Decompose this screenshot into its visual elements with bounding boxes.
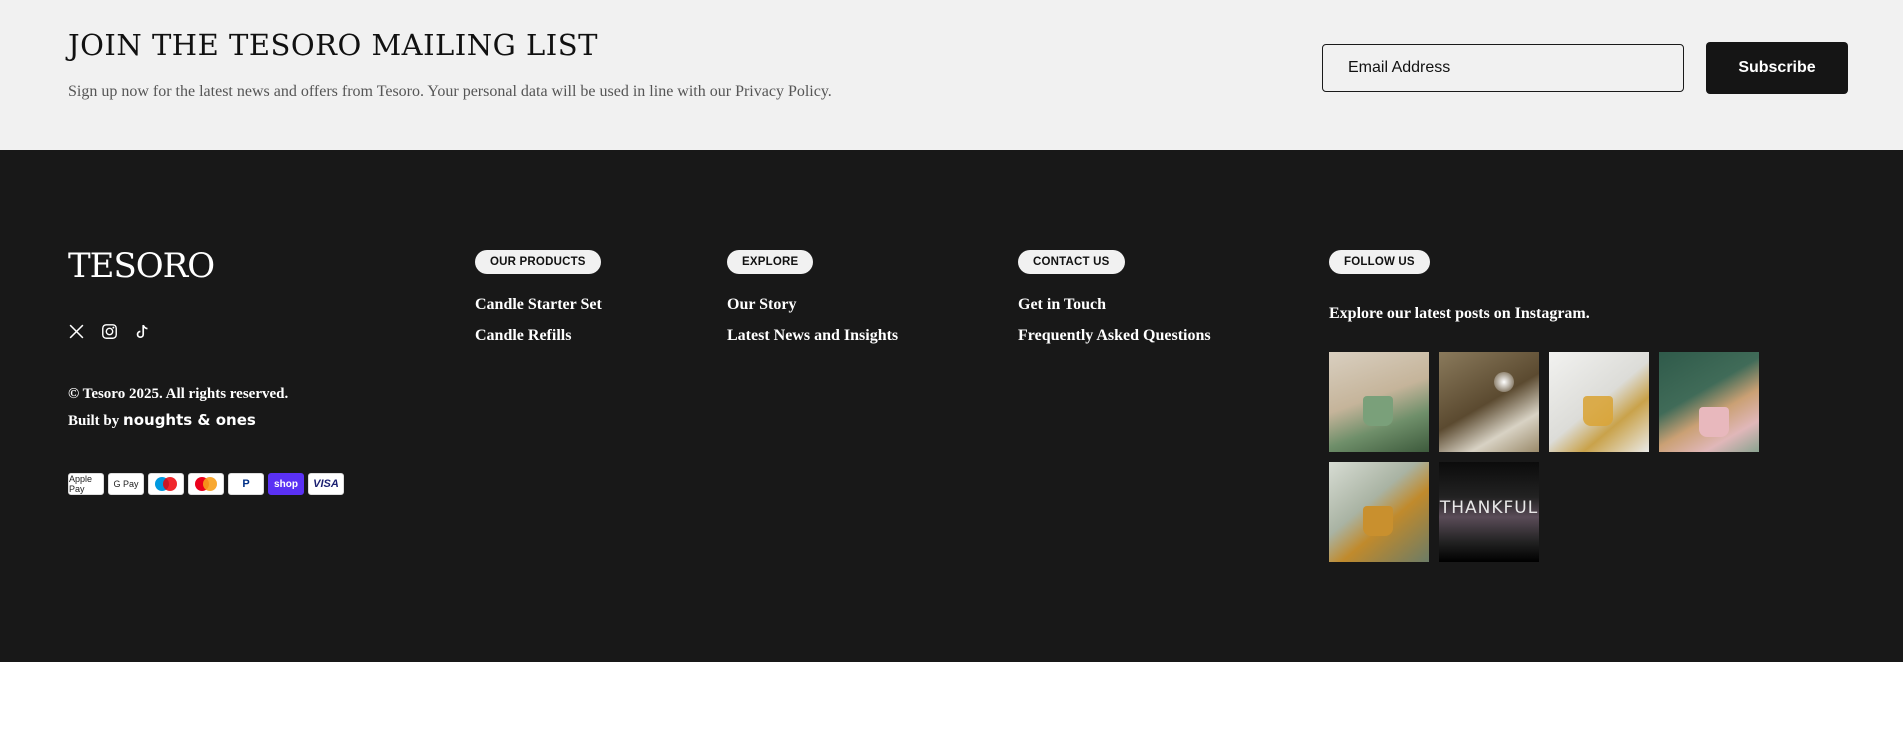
mastercard-icon bbox=[188, 473, 224, 495]
link-our-story[interactable]: Our Story bbox=[727, 296, 796, 313]
mailing-description: Sign up now for the latest news and offe… bbox=[68, 83, 832, 100]
footer-column-follow: FOLLOW US bbox=[1329, 250, 1430, 274]
footer-column-contact: CONTACT US Get in Touch Frequently Asked… bbox=[1018, 250, 1211, 358]
link-faq[interactable]: Frequently Asked Questions bbox=[1018, 327, 1211, 344]
column-heading-follow: FOLLOW US bbox=[1329, 250, 1430, 274]
column-heading-products: OUR PRODUCTS bbox=[475, 250, 601, 274]
social-links bbox=[68, 323, 151, 340]
link-candle-refills[interactable]: Candle Refills bbox=[475, 327, 571, 344]
payment-methods: Apple Pay G Pay P shop VISA bbox=[68, 473, 344, 495]
instagram-icon[interactable] bbox=[101, 323, 118, 340]
mailing-list-section: JOIN THE TESORO MAILING LIST Sign up now… bbox=[0, 0, 1903, 150]
x-icon[interactable] bbox=[68, 323, 85, 340]
instagram-intro-text: Explore our latest posts on Instagram. bbox=[1329, 305, 1590, 322]
link-latest-news[interactable]: Latest News and Insights bbox=[727, 327, 898, 344]
thumbnail-caption: THANKFUL bbox=[1439, 498, 1539, 518]
instagram-grid: THANKFUL bbox=[1329, 352, 1759, 562]
footer-column-products: OUR PRODUCTS Candle Starter Set Candle R… bbox=[475, 250, 602, 358]
site-footer: TESORO © Tesoro 2025. All rights reserve… bbox=[0, 150, 1903, 662]
link-get-in-touch[interactable]: Get in Touch bbox=[1018, 296, 1106, 313]
google-pay-icon: G Pay bbox=[108, 473, 144, 495]
visa-icon: VISA bbox=[308, 473, 344, 495]
instagram-post-thumbnail[interactable]: THANKFUL bbox=[1439, 462, 1539, 562]
instagram-post-thumbnail[interactable] bbox=[1659, 352, 1759, 452]
subscribe-button[interactable]: Subscribe bbox=[1706, 42, 1848, 94]
built-by-prefix: Built by bbox=[68, 413, 120, 429]
built-by: Built by noughts & ones bbox=[68, 411, 256, 430]
instagram-post-thumbnail[interactable] bbox=[1329, 462, 1429, 562]
footer-column-explore: EXPLORE Our Story Latest News and Insigh… bbox=[727, 250, 898, 358]
instagram-post-thumbnail[interactable] bbox=[1329, 352, 1429, 452]
mailing-title: JOIN THE TESORO MAILING LIST bbox=[68, 28, 598, 62]
tesoro-logo[interactable]: TESORO bbox=[68, 246, 215, 286]
link-candle-starter-set[interactable]: Candle Starter Set bbox=[475, 296, 602, 313]
tiktok-icon[interactable] bbox=[134, 323, 151, 340]
apple-pay-icon: Apple Pay bbox=[68, 473, 104, 495]
email-field[interactable] bbox=[1322, 44, 1684, 92]
instagram-post-thumbnail[interactable] bbox=[1439, 352, 1539, 452]
copyright-text: © Tesoro 2025. All rights reserved. bbox=[68, 386, 289, 402]
shop-pay-icon: shop bbox=[268, 473, 304, 495]
maestro-icon bbox=[148, 473, 184, 495]
column-heading-explore: EXPLORE bbox=[727, 250, 814, 274]
built-by-brand-link[interactable]: noughts & ones bbox=[123, 411, 256, 429]
paypal-icon: P bbox=[228, 473, 264, 495]
column-heading-contact: CONTACT US bbox=[1018, 250, 1125, 274]
instagram-post-thumbnail[interactable] bbox=[1549, 352, 1649, 452]
